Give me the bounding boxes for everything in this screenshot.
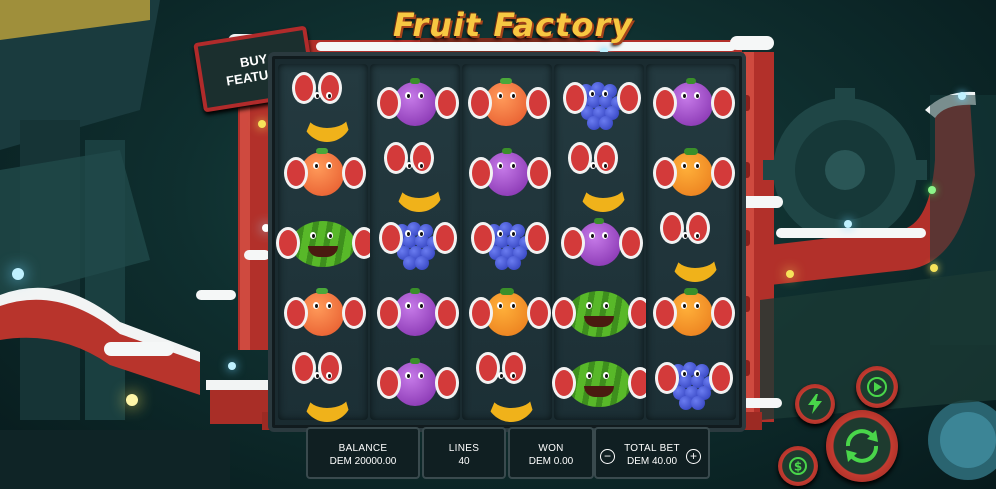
reel-column — [276, 64, 376, 422]
coin-value-button[interactable]: $ — [778, 446, 818, 486]
spin-button[interactable] — [826, 410, 898, 482]
reel-column — [552, 64, 652, 420]
reel-symbol-watermelon — [552, 348, 652, 418]
christmas-light — [126, 394, 138, 406]
reel-symbol-plum — [462, 138, 552, 208]
bet-increase-button[interactable]: + — [686, 449, 701, 464]
lines-label: LINES — [448, 443, 480, 454]
watermelon-icon — [552, 287, 652, 339]
grapes-icon — [379, 214, 457, 272]
christmas-light — [928, 186, 936, 194]
reel-symbol-watermelon — [552, 278, 652, 348]
won-label: WON — [538, 443, 564, 454]
banana-icon — [476, 352, 536, 422]
grapes-icon — [655, 354, 733, 412]
watermelon-icon — [276, 217, 376, 269]
banana-icon — [292, 72, 352, 142]
reel-symbol-plum — [370, 278, 460, 348]
reel-symbol-banana — [554, 138, 644, 212]
banana-icon — [292, 352, 352, 422]
plum-icon — [377, 358, 459, 408]
reel-symbol-banana — [646, 208, 736, 282]
grapes-icon — [471, 214, 549, 272]
orange-fuzzy-icon — [284, 148, 366, 198]
lines-panel: LINES 40 — [422, 427, 506, 479]
reel-symbol-orange-fuzzy — [278, 138, 368, 208]
balance-label: BALANCE — [338, 443, 388, 454]
christmas-light — [958, 92, 966, 100]
orange-icon — [469, 288, 551, 338]
reel-column — [646, 64, 736, 420]
christmas-light — [12, 268, 24, 280]
balance-panel: BALANCE DEM 20000.00 — [306, 427, 420, 479]
snow-cap — [196, 290, 236, 300]
lightning-icon — [808, 394, 822, 414]
play-icon — [867, 377, 887, 397]
plum-icon — [653, 78, 735, 128]
reel-symbol-grapes — [462, 208, 552, 278]
game-title: Fruit Factory — [393, 6, 633, 44]
reel-symbol-plum — [370, 348, 460, 418]
reel-column — [370, 64, 460, 420]
banana-icon — [568, 142, 628, 212]
orange-icon — [653, 288, 735, 338]
orange-icon — [653, 148, 735, 198]
reel-symbol-plum — [646, 68, 736, 138]
reel-symbol-banana — [278, 348, 368, 422]
plum-icon — [377, 288, 459, 338]
lines-value: 40 — [458, 456, 470, 467]
reel-symbol-orange-fuzzy — [278, 278, 368, 348]
reel-symbol-banana — [278, 68, 368, 142]
reel-symbol-banana — [370, 138, 460, 212]
snow-cap — [244, 250, 270, 260]
banana-icon — [384, 142, 444, 212]
snow-cap — [776, 228, 926, 238]
christmas-light — [786, 270, 794, 278]
won-value: DEM 0.00 — [528, 456, 574, 467]
autoplay-button[interactable] — [856, 366, 898, 408]
balance-value: DEM 20000.00 — [329, 456, 397, 467]
christmas-light — [258, 120, 266, 128]
reel-symbol-orange — [646, 278, 736, 348]
christmas-light — [930, 264, 938, 272]
snow-cap — [730, 36, 774, 50]
dollar-coin-icon: $ — [789, 457, 807, 475]
reel-symbol-grapes — [554, 68, 644, 138]
plum-icon — [377, 78, 459, 128]
bet-decrease-button[interactable]: − — [600, 449, 615, 464]
reel-grid — [268, 52, 746, 432]
orange-fuzzy-icon — [284, 288, 366, 338]
plum-icon — [469, 148, 551, 198]
reel-symbol-grapes — [646, 348, 736, 418]
christmas-light — [228, 362, 236, 370]
won-panel: WON DEM 0.00 — [508, 427, 594, 479]
svg-text:$: $ — [794, 460, 802, 474]
reel-symbol-orange — [646, 138, 736, 208]
orange-fuzzy-icon — [468, 78, 550, 128]
reel-symbol-plum — [370, 68, 460, 138]
game-scene: Fruit Factory BUY FEATURE BALANCE DEM 20… — [0, 0, 996, 489]
christmas-light — [844, 220, 852, 228]
reel-symbol-grapes — [370, 208, 460, 278]
turbo-button[interactable] — [795, 384, 835, 424]
reel-symbol-plum — [554, 208, 644, 278]
snow-cap — [104, 342, 174, 356]
watermelon-icon — [552, 357, 652, 409]
grapes-icon — [563, 74, 641, 132]
spin-arrows-icon — [846, 429, 878, 463]
plum-icon — [561, 218, 643, 268]
reel-symbol-orange — [462, 278, 552, 348]
reel-symbol-orange-fuzzy — [462, 68, 552, 138]
banana-icon — [660, 212, 720, 282]
reel-column — [462, 64, 552, 422]
snow-cap — [742, 398, 782, 408]
reel-symbol-banana — [462, 348, 552, 422]
reel-symbol-watermelon — [276, 208, 376, 278]
